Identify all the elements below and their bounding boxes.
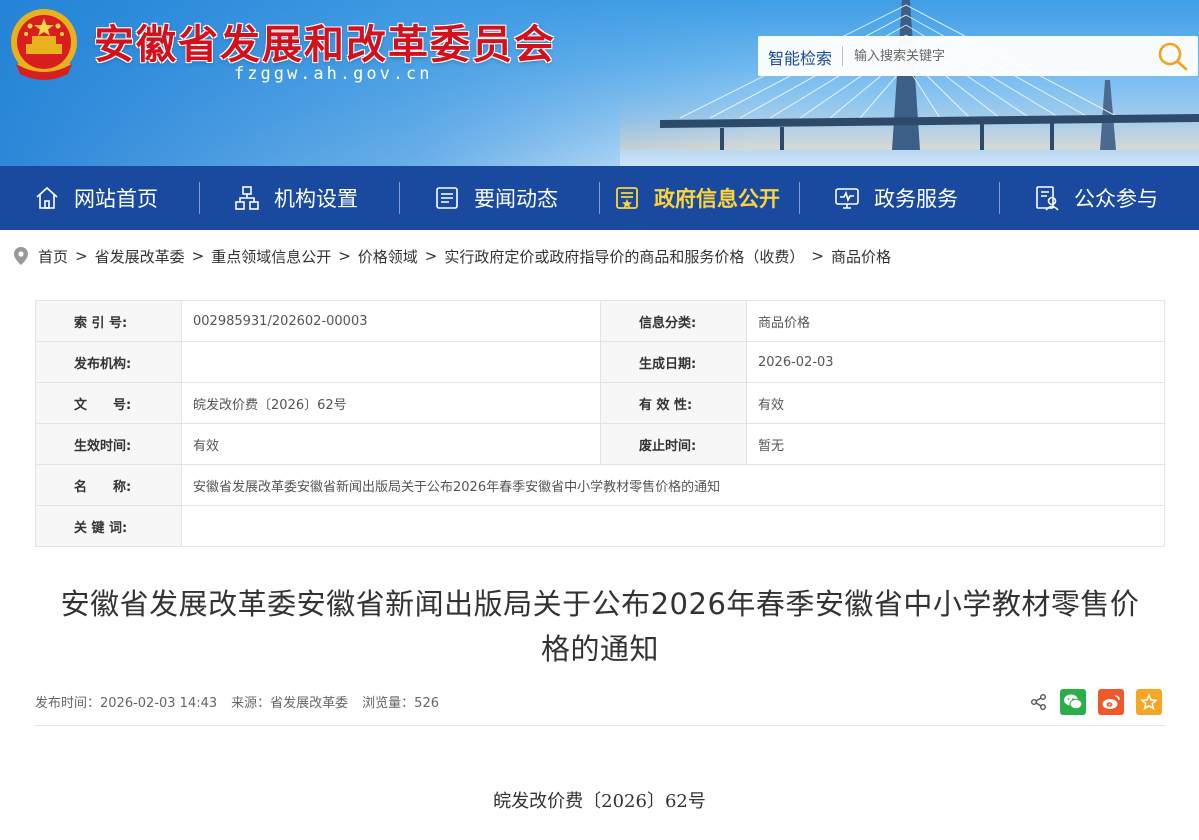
date-value: 2026-02-03 bbox=[746, 341, 1165, 383]
water-band bbox=[620, 150, 1199, 166]
doc-number-value: 皖发改价费〔2026〕62号 bbox=[181, 382, 601, 424]
breadcrumb-separator: > bbox=[191, 247, 205, 265]
breadcrumb-home[interactable]: 首页 bbox=[38, 246, 68, 267]
favorite-button[interactable] bbox=[1136, 689, 1162, 715]
bridge-illustration bbox=[620, 0, 1199, 150]
table-row: 索 引 号: 002985931/202602-00003 信息分类: 商品价格 bbox=[35, 300, 1165, 342]
location-pin-icon bbox=[14, 247, 28, 265]
nav-divider bbox=[999, 182, 1000, 214]
search-box: 智能检索 bbox=[758, 36, 1198, 76]
breadcrumb: 首页 > 省发展改革委 > 重点领域信息公开 > 价格领域 > 实行政府定价或政… bbox=[14, 244, 891, 268]
nav-label: 政府信息公开 bbox=[654, 187, 780, 211]
publish-info: 发布时间：2026-02-03 14:43 来源：省发展改革委 浏览量：526 bbox=[35, 692, 439, 711]
nav-label: 网站首页 bbox=[74, 187, 158, 211]
table-row: 关 键 词: bbox=[35, 505, 1165, 547]
publisher-label: 发布机构: bbox=[35, 341, 182, 383]
nav-item-services[interactable]: 政务服务 bbox=[834, 166, 958, 230]
nav-label: 机构设置 bbox=[274, 187, 358, 211]
breadcrumb-price-field[interactable]: 价格领域 bbox=[358, 246, 418, 267]
main-nav: 网站首页 机构设置 要闻动态 政府信息公开 政务服务 公众参与 bbox=[0, 166, 1199, 230]
nav-label: 要闻动态 bbox=[474, 187, 558, 211]
nav-label: 政务服务 bbox=[874, 187, 958, 211]
name-value: 安徽省发展改革委安徽省新闻出版局关于公布2026年春季安徽省中小学教材零售价格的… bbox=[181, 464, 1165, 506]
table-row: 名 称: 安徽省发展改革委安徽省新闻出版局关于公布2026年春季安徽省中小学教材… bbox=[35, 464, 1165, 506]
news-icon bbox=[436, 187, 458, 209]
breadcrumb-key-areas[interactable]: 重点领域信息公开 bbox=[211, 246, 331, 267]
table-row: 发布机构: 生成日期: 2026-02-03 bbox=[35, 341, 1165, 383]
breadcrumb-commission[interactable]: 省发展改革委 bbox=[95, 246, 185, 267]
national-emblem-icon bbox=[11, 9, 77, 80]
smart-search-label[interactable]: 智能检索 bbox=[768, 45, 832, 69]
org-chart-icon bbox=[235, 186, 259, 210]
divider-line bbox=[35, 725, 1165, 726]
article-doc-number: 皖发改价费〔2026〕62号 bbox=[493, 791, 706, 812]
table-row: 生效时间: 有效 废止时间: 暂无 bbox=[35, 423, 1165, 465]
nav-item-home[interactable]: 网站首页 bbox=[34, 166, 158, 230]
search-input[interactable] bbox=[854, 42, 1144, 70]
site-title: 安徽省发展和改革委员会 bbox=[94, 22, 556, 68]
date-label: 生成日期: bbox=[600, 341, 747, 383]
nav-divider bbox=[399, 182, 400, 214]
publisher-value bbox=[181, 341, 601, 383]
participation-icon bbox=[1036, 186, 1059, 211]
search-divider bbox=[842, 46, 843, 66]
index-no-value: 002985931/202602-00003 bbox=[181, 300, 601, 342]
nav-label: 公众参与 bbox=[1074, 187, 1158, 211]
doc-number-label: 文 号: bbox=[35, 382, 182, 424]
publish-time: 发布时间：2026-02-03 14:43 bbox=[35, 696, 218, 711]
site-domain: fzggw.ah.gov.cn bbox=[234, 64, 433, 84]
validity-value: 有效 bbox=[746, 382, 1165, 424]
table-row: 文 号: 皖发改价费〔2026〕62号 有 效 性: 有效 bbox=[35, 382, 1165, 424]
info-disclosure-icon bbox=[616, 187, 638, 209]
document-meta-table: 索 引 号: 002985931/202602-00003 信息分类: 商品价格… bbox=[35, 300, 1165, 547]
nav-item-news[interactable]: 要闻动态 bbox=[434, 166, 558, 230]
view-count: 浏览量：526 bbox=[362, 696, 439, 711]
search-icon bbox=[1158, 42, 1188, 71]
breadcrumb-separator: > bbox=[75, 247, 88, 265]
breadcrumb-separator: > bbox=[424, 247, 438, 265]
breadcrumb-separator: > bbox=[338, 247, 351, 265]
breadcrumb-gov-pricing[interactable]: 实行政府定价或政府指导价的商品和服务价格（收费） bbox=[444, 246, 804, 267]
monitor-icon bbox=[835, 188, 859, 209]
effective-time-value: 有效 bbox=[181, 423, 601, 465]
article-source: 来源：省发展改革委 bbox=[231, 696, 349, 711]
keywords-value bbox=[181, 505, 1165, 547]
weibo-icon bbox=[1102, 695, 1120, 709]
share-icon bbox=[1031, 694, 1046, 710]
nav-item-org[interactable]: 机构设置 bbox=[234, 166, 358, 230]
keywords-label: 关 键 词: bbox=[35, 505, 182, 547]
breadcrumb-commodity-price[interactable]: 商品价格 bbox=[831, 246, 891, 267]
repeal-time-value: 暂无 bbox=[746, 423, 1165, 465]
nav-divider bbox=[599, 182, 600, 214]
wechat-icon bbox=[1064, 694, 1083, 710]
wechat-share-button[interactable] bbox=[1060, 689, 1086, 715]
validity-label: 有 效 性: bbox=[600, 382, 747, 424]
index-no-label: 索 引 号: bbox=[35, 300, 182, 342]
breadcrumb-separator: > bbox=[811, 247, 824, 265]
nav-divider bbox=[199, 182, 200, 214]
home-icon bbox=[36, 186, 58, 209]
favorite-icon bbox=[1140, 693, 1158, 711]
share-bar bbox=[1030, 689, 1162, 715]
effective-time-label: 生效时间: bbox=[35, 423, 182, 465]
article-title: 安徽省发展改革委安徽省新闻出版局关于公布2026年春季安徽省中小学教材零售价格的… bbox=[60, 587, 1140, 666]
nav-divider bbox=[799, 182, 800, 214]
nav-item-gov-info[interactable]: 政府信息公开 bbox=[614, 166, 780, 230]
category-value: 商品价格 bbox=[746, 300, 1165, 342]
search-button[interactable] bbox=[1156, 40, 1190, 72]
repeal-time-label: 废止时间: bbox=[600, 423, 747, 465]
category-label: 信息分类: bbox=[600, 300, 747, 342]
name-label: 名 称: bbox=[35, 464, 182, 506]
nav-item-participation[interactable]: 公众参与 bbox=[1034, 166, 1158, 230]
weibo-share-button[interactable] bbox=[1098, 689, 1124, 715]
header-banner: 安徽省发展和改革委员会 fzggw.ah.gov.cn 智能检索 bbox=[0, 0, 1199, 166]
share-button[interactable] bbox=[1030, 693, 1048, 711]
